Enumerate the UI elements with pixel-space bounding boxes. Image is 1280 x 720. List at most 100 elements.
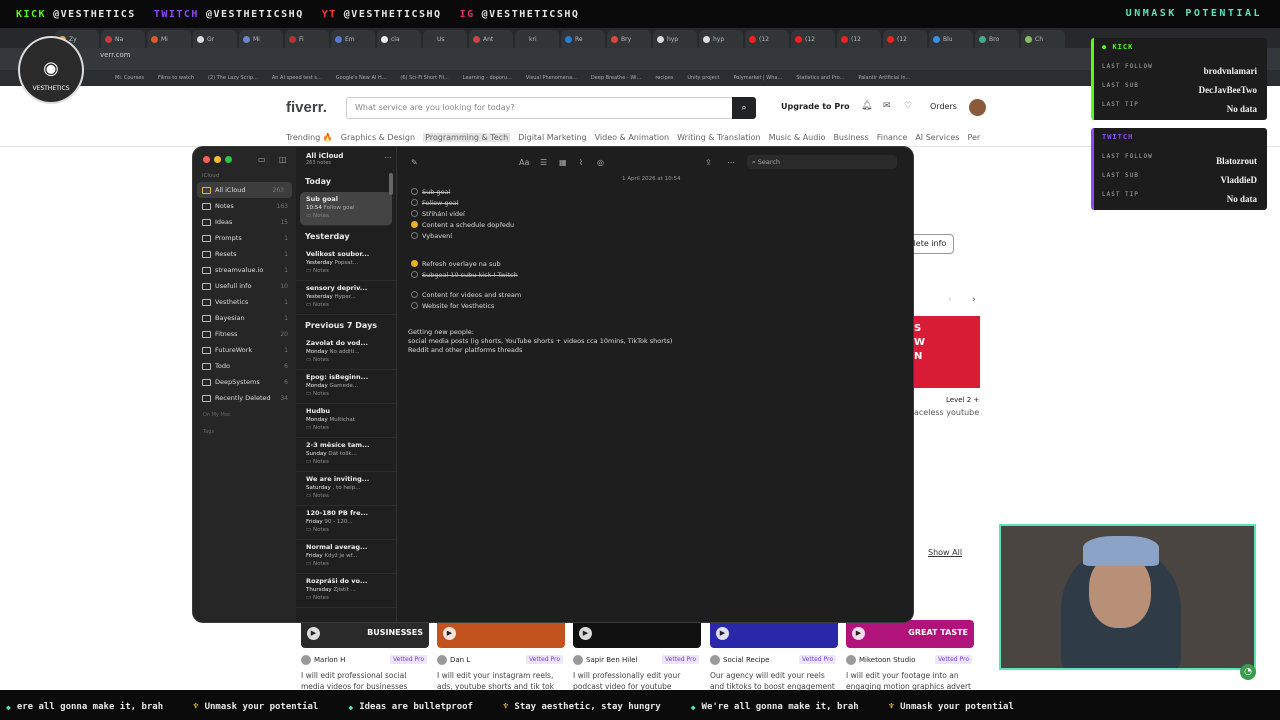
play-icon[interactable]: ▶ (443, 627, 456, 640)
bookmark-item[interactable]: Films to watch (158, 75, 194, 81)
folder-item[interactable]: DeepSystems 6 (193, 374, 296, 390)
bookmark-item[interactable]: Learning - doporu... (463, 75, 512, 81)
gig-thumbnail[interactable]: ▶ (437, 620, 565, 648)
unchecked-checkbox[interactable] (411, 302, 418, 309)
folder-item[interactable]: streamvalue.io 1 (193, 262, 296, 278)
category-link[interactable]: Video & Animation (595, 133, 670, 142)
bookmark-item[interactable]: Google's New AI H... (336, 75, 387, 81)
category-link[interactable]: Digital Marketing (518, 133, 586, 142)
notes-search-field[interactable]: ⌕ Search (747, 155, 897, 169)
note-list-item[interactable]: Hudbu Monday Multichat ▭ Notes (296, 404, 396, 438)
browser-tab[interactable]: hyp (699, 30, 743, 48)
fiverr-logo[interactable]: fiverr. (286, 99, 327, 116)
gig-description[interactable]: I will edit professional social media vi… (301, 670, 431, 692)
browser-tab[interactable]: (12 (883, 30, 927, 48)
checklist-item[interactable]: Sub goal (411, 186, 514, 197)
browser-tab[interactable]: (12 (837, 30, 881, 48)
seller-name[interactable]: Social Recipe (723, 656, 769, 664)
bookmark-item[interactable]: Statistics and Pro... (796, 75, 844, 81)
gig-description[interactable]: I will professionally edit your podcast … (573, 670, 703, 692)
checklist-item[interactable]: Content a schedule dopředu (411, 219, 514, 230)
gig-card[interactable]: Dan L Vetted Pro I will edit your instagra… (437, 655, 567, 692)
checklist-item[interactable]: Website for Vesthetics (411, 300, 521, 311)
gig-thumbnail[interactable]: ▶ GREAT TASTE (846, 620, 974, 648)
browser-tab[interactable]: Na (101, 30, 145, 48)
promo-thumbnail[interactable]: S W N (912, 316, 980, 388)
checklist-item[interactable]: Střihání videí (411, 208, 514, 219)
social-handle[interactable]: IG @VESTHETICSHQ (460, 9, 580, 20)
folder-item[interactable]: Prompts 1 (193, 230, 296, 246)
note-list-item[interactable]: Epog: isBeginn... Monday Gamede... ▭ Notes (296, 370, 396, 404)
checklist-icon[interactable]: ☰ (540, 158, 547, 167)
mail-icon[interactable]: ✉ (883, 101, 891, 111)
note-list-item[interactable]: Velikost soubor... Yesterday Popsat... ▭ N… (296, 247, 396, 281)
browser-tab[interactable]: Re (561, 30, 605, 48)
note-list-item[interactable]: Normal averag... Friday Když je wf... ▭ No… (296, 540, 396, 574)
bookmark-item[interactable]: Visual Phenomena... (526, 75, 577, 81)
category-link[interactable]: Graphics & Design (341, 133, 415, 142)
compose-icon[interactable]: ✎ (411, 158, 418, 167)
social-handle[interactable]: YT @VESTHETICSHQ (322, 9, 442, 20)
gig-card[interactable]: Social Recipe Vetted Pro Our agency will e… (710, 655, 840, 692)
category-link[interactable]: Programming & Tech (423, 133, 511, 142)
social-handle[interactable]: TWITCH @VESTHETICSHQ (154, 9, 304, 20)
minimize-window-button[interactable] (214, 156, 221, 163)
category-link[interactable]: Per (967, 133, 980, 142)
gig-description[interactable]: I will edit your footage into an engagin… (846, 670, 976, 692)
browser-tab[interactable]: kri (515, 30, 559, 48)
browser-tab[interactable]: cla (377, 30, 421, 48)
search-input[interactable]: What service are you looking for today? (346, 97, 734, 119)
folder-item[interactable]: Usefull info 10 (193, 278, 296, 294)
bookmark-item[interactable]: An AI speed test s... (272, 75, 322, 81)
checked-checkbox[interactable] (411, 221, 418, 228)
bookmark-item[interactable]: (6) Sci-Fi Short Fil... (400, 75, 448, 81)
close-window-button[interactable] (203, 156, 210, 163)
bookmark-item[interactable]: recipes (655, 75, 673, 81)
seller-name[interactable]: Dan L (450, 656, 470, 664)
note-list-item[interactable]: 120-180 PB fre... Friday 90 - 120... ▭ Not… (296, 506, 396, 540)
seller-name[interactable]: Miketoon Studio (859, 656, 915, 664)
more-icon[interactable]: ⋯ (384, 153, 392, 162)
folder-item[interactable]: Fitness 20 (193, 326, 296, 342)
unchecked-checkbox[interactable] (411, 210, 418, 217)
checklist-item[interactable]: Refresh overlaye na sub (411, 258, 518, 269)
checklist-item[interactable]: Follow goal (411, 197, 514, 208)
bookmark-item[interactable]: Palantir Artificial In... (858, 75, 910, 81)
attachment-icon[interactable]: ⌇ (579, 158, 583, 167)
browser-tab[interactable]: (12 (745, 30, 789, 48)
folder-item[interactable]: Vesthetics 1 (193, 294, 296, 310)
bookmark-item[interactable]: Deep Breathe - Wi... (591, 75, 641, 81)
play-icon[interactable]: ▶ (716, 627, 729, 640)
gig-card[interactable]: Marlon H Vetted Pro I will edit profession… (301, 655, 431, 692)
upgrade-pro-link[interactable]: Upgrade to Pro (781, 102, 850, 111)
browser-tab[interactable]: Bry (607, 30, 651, 48)
browser-tab[interactable]: Bro (975, 30, 1019, 48)
gig-card[interactable]: Sapir Ben Hilel Vetted Pro I will professi… (573, 655, 703, 692)
folder-icon[interactable]: ▭ (258, 155, 266, 164)
unchecked-checkbox[interactable] (411, 199, 418, 206)
heart-icon[interactable]: ♡ (904, 101, 912, 111)
browser-tab[interactable]: Gr (193, 30, 237, 48)
seller-name[interactable]: Marlon H (314, 656, 345, 664)
category-link[interactable]: Business (833, 133, 868, 142)
note-list-item[interactable]: Sub goal 10:54 Follow goal ▭ Notes (300, 192, 392, 226)
carousel-next-icon[interactable]: › (972, 295, 976, 305)
note-list-item[interactable]: sensory depriv... Yesterday Hyper... ▭ Not… (296, 281, 396, 315)
gig-thumbnail[interactable]: ▶ (710, 620, 838, 648)
user-avatar[interactable] (969, 99, 986, 116)
note-list-item[interactable]: We are inviting... Saturday , to help... ▭… (296, 472, 396, 506)
folder-item[interactable]: Notes 163 (193, 198, 296, 214)
bell-icon[interactable]: 🔔︎ (861, 101, 872, 111)
unchecked-checkbox[interactable] (411, 271, 418, 278)
play-icon[interactable]: ▶ (579, 627, 592, 640)
browser-tab[interactable]: Mi (147, 30, 191, 48)
gig-thumbnail[interactable]: ▶ (573, 620, 701, 648)
browser-tab[interactable]: Em (331, 30, 375, 48)
list-scrollbar[interactable] (389, 173, 393, 195)
category-link[interactable]: Finance (877, 133, 908, 142)
browser-tab[interactable]: (12 (791, 30, 835, 48)
address-bar[interactable] (0, 48, 1280, 70)
folder-item[interactable]: All iCloud 263 (197, 182, 292, 198)
note-body[interactable]: Getting new people: social media posts (i… (408, 328, 672, 355)
checklist-item[interactable]: Content for videos and stream (411, 289, 521, 300)
